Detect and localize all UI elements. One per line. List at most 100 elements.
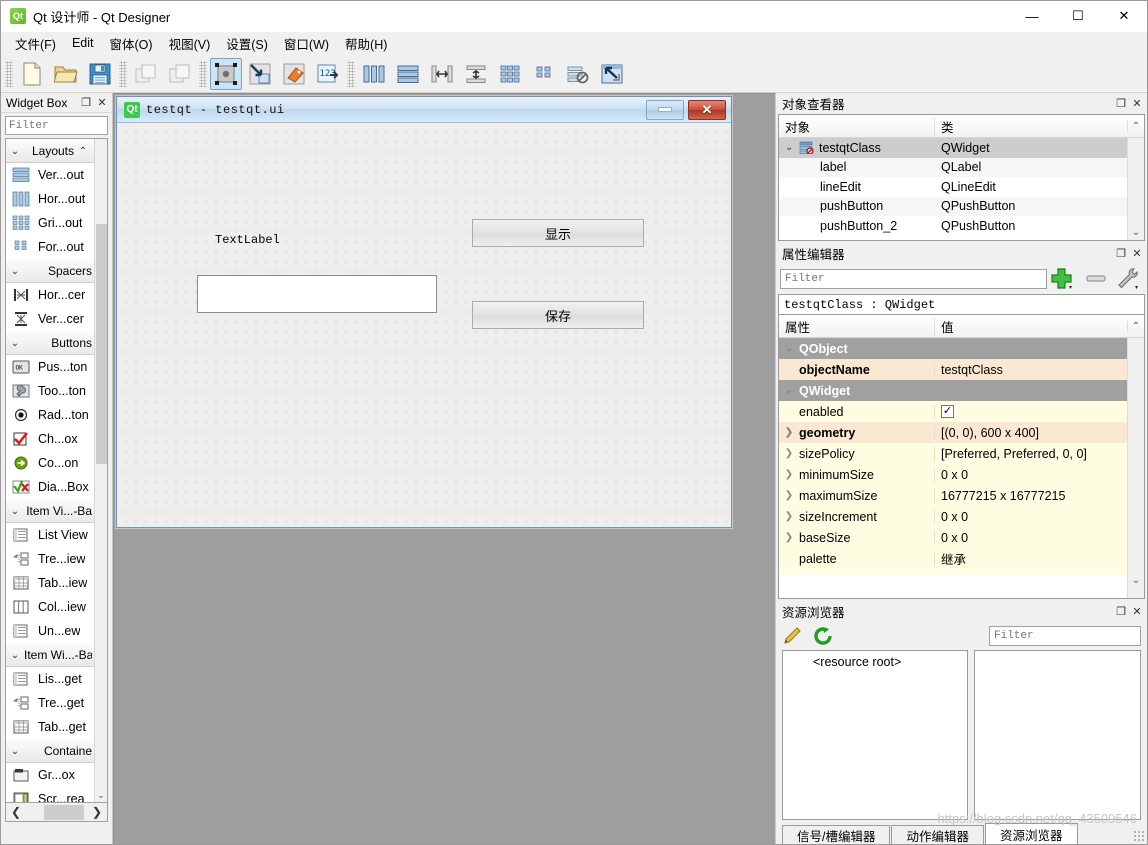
hscroll-track[interactable]: [26, 804, 87, 821]
close-button[interactable]: ✕: [1101, 1, 1147, 32]
menu-help[interactable]: 帮助(H): [337, 31, 395, 56]
widget-item-dialog-button-box[interactable]: Dia...Box: [6, 475, 94, 499]
adjust-size-icon[interactable]: [596, 58, 628, 90]
layout-horizontal-icon[interactable]: [358, 58, 390, 90]
property-row-minimumsize[interactable]: ❯ minimumSize 0 x 0: [779, 464, 1127, 485]
layout-vertical-icon[interactable]: [392, 58, 424, 90]
object-inspector-float-button[interactable]: ❐: [1114, 97, 1128, 111]
table-row[interactable]: lineEdit QLineEdit: [779, 177, 1127, 197]
column-header-property[interactable]: 属性: [779, 316, 935, 336]
table-row[interactable]: pushButton QPushButton: [779, 196, 1127, 216]
minimize-button[interactable]: —: [1009, 1, 1055, 32]
chevron-down-icon[interactable]: ⌄: [779, 385, 799, 396]
tab-action-editor[interactable]: 动作编辑器: [891, 825, 984, 844]
widget-item-tool-button[interactable]: Too...ton: [6, 379, 94, 403]
resource-list-pane[interactable]: [974, 650, 1141, 820]
form-window[interactable]: Qt testqt - testqt.ui ✕ TextLabel 显示 保存: [116, 96, 732, 528]
property-row-geometry[interactable]: ❯ geometry [(0, 0), 600 x 400]: [779, 422, 1127, 443]
form-widget-lineedit[interactable]: [197, 275, 437, 313]
edit-widgets-icon[interactable]: [210, 57, 242, 90]
widget-item-column-view[interactable]: Col...iew: [6, 595, 94, 619]
form-close-button[interactable]: ✕: [688, 99, 726, 120]
property-row-sizepolicy[interactable]: ❯ sizePolicy [Preferred, Preferred, 0, 0]: [779, 443, 1127, 464]
add-property-icon[interactable]: [1049, 266, 1079, 292]
chevron-right-icon[interactable]: ❯: [779, 532, 799, 543]
column-header-object[interactable]: 对象: [779, 116, 935, 136]
scroll-up-icon[interactable]: ⌃: [1127, 120, 1144, 132]
edit-signals-slots-icon[interactable]: [244, 58, 276, 90]
widget-item-vertical-spacer[interactable]: Ver...cer: [6, 307, 94, 331]
resource-browser-float-button[interactable]: ❐: [1114, 605, 1128, 619]
reload-icon[interactable]: [812, 626, 834, 646]
layout-splitter-h-icon[interactable]: [426, 58, 458, 90]
widget-item-undo-view[interactable]: Un...ew: [6, 619, 94, 643]
pencil-icon[interactable]: [782, 626, 804, 646]
widget-category-item-widgets[interactable]: ⌄ Item Wi...-Ba: [6, 643, 94, 667]
undo-icon[interactable]: [130, 58, 162, 90]
property-value[interactable]: [(0, 0), 600 x 400]: [935, 426, 1127, 440]
widget-item-list-view[interactable]: List View: [6, 523, 94, 547]
widget-item-scroll-area[interactable]: Scr...rea: [6, 787, 94, 802]
column-header-class[interactable]: 类: [935, 117, 1127, 136]
property-row-partial[interactable]: [779, 569, 1127, 575]
widget-item-check-box[interactable]: Ch...ox: [6, 427, 94, 451]
property-value[interactable]: [Preferred, Preferred, 0, 0]: [935, 447, 1127, 461]
enabled-checkbox[interactable]: ✓: [941, 405, 954, 418]
remove-property-icon[interactable]: [1081, 266, 1111, 292]
tab-resource-browser[interactable]: 资源浏览器: [985, 823, 1078, 844]
menu-view[interactable]: 视图(V): [161, 31, 219, 56]
widget-item-tree-view[interactable]: Tre...iew: [6, 547, 94, 571]
maximize-button[interactable]: ☐: [1055, 1, 1101, 32]
resource-tree-pane[interactable]: <resource root>: [782, 650, 968, 820]
widget-item-vertical-layout[interactable]: Ver...out: [6, 163, 94, 187]
property-group-qwidget[interactable]: ⌄ QWidget: [779, 380, 1127, 401]
scroll-up-icon[interactable]: ⌃: [1127, 320, 1144, 332]
chevron-down-icon[interactable]: ⌄: [1132, 575, 1140, 598]
property-row-sizeincrement[interactable]: ❯ sizeIncrement 0 x 0: [779, 506, 1127, 527]
chevron-down-icon[interactable]: ⌄: [779, 343, 799, 354]
widget-box-close-button[interactable]: ✕: [95, 96, 109, 110]
property-group-qobject[interactable]: ⌄ QObject: [779, 338, 1127, 359]
widget-box-float-button[interactable]: ❐: [79, 96, 93, 110]
layout-splitter-v-icon[interactable]: [460, 58, 492, 90]
widget-item-radio-button[interactable]: Rad...ton: [6, 403, 94, 427]
property-value[interactable]: 16777215 x 16777215: [935, 489, 1127, 503]
widget-box-vertical-scrollbar[interactable]: ⌄: [94, 139, 107, 802]
widget-category-spacers[interactable]: ⌄ Spacers: [6, 259, 94, 283]
widget-item-tree-widget[interactable]: Tre...get: [6, 691, 94, 715]
property-editor-scrollbar[interactable]: ⌄: [1127, 338, 1144, 598]
table-row[interactable]: pushButton_2 QPushButton: [779, 216, 1127, 236]
menu-settings[interactable]: 设置(S): [218, 31, 276, 56]
toolbar-grip-3[interactable]: [199, 60, 207, 87]
widget-item-form-layout[interactable]: For...out: [6, 235, 94, 259]
widget-item-command-link-button[interactable]: Co...on: [6, 451, 94, 475]
resize-grip[interactable]: [1133, 830, 1145, 842]
configure-icon[interactable]: [1113, 266, 1143, 292]
widget-category-containers[interactable]: ⌄ Containe: [6, 739, 94, 763]
widget-category-item-views[interactable]: ⌄ Item Vi...-Ba: [6, 499, 94, 523]
break-layout-icon[interactable]: [562, 58, 594, 90]
menu-window[interactable]: 窗口(W): [276, 31, 337, 56]
property-value[interactable]: 0 x 0: [935, 468, 1127, 482]
resource-filter-input[interactable]: [989, 626, 1141, 646]
open-form-icon[interactable]: [50, 58, 82, 90]
form-widget-pushbutton-show[interactable]: 显示: [472, 219, 644, 247]
property-value[interactable]: 0 x 0: [935, 510, 1127, 524]
property-filter-input[interactable]: [780, 269, 1047, 289]
toolbar-grip-4[interactable]: [347, 60, 355, 87]
toolbar-grip[interactable]: [5, 60, 13, 87]
layout-grid-icon[interactable]: [494, 58, 526, 90]
widget-box-filter-input[interactable]: [5, 116, 108, 135]
object-inspector-scrollbar[interactable]: ⌄: [1127, 138, 1144, 240]
property-value[interactable]: 继承: [935, 549, 1127, 568]
property-row-basesize[interactable]: ❯ baseSize 0 x 0: [779, 527, 1127, 548]
menu-form[interactable]: 窗体(O): [102, 31, 161, 56]
design-canvas[interactable]: Qt testqt - testqt.ui ✕ TextLabel 显示 保存: [113, 93, 775, 844]
object-inspector-close-button[interactable]: ✕: [1130, 97, 1144, 111]
widget-item-horizontal-spacer[interactable]: Hor...cer: [6, 283, 94, 307]
widget-item-horizontal-layout[interactable]: Hor...out: [6, 187, 94, 211]
form-titlebar[interactable]: Qt testqt - testqt.ui ✕: [117, 97, 731, 123]
form-canvas[interactable]: TextLabel 显示 保存: [117, 123, 731, 527]
widget-item-table-widget[interactable]: Tab...get: [6, 715, 94, 739]
save-form-icon[interactable]: [84, 58, 116, 90]
